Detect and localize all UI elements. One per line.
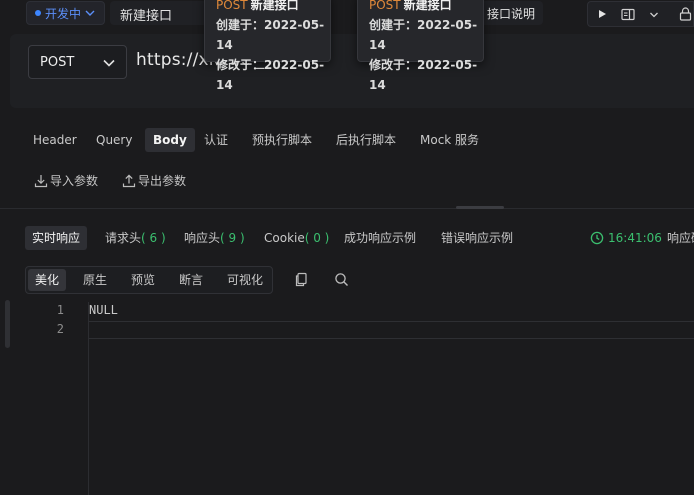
tab-header[interactable]: Header xyxy=(33,128,77,152)
editor-scrollbar[interactable] xyxy=(5,300,10,348)
tab-success-example[interactable]: 成功响应示例 xyxy=(344,226,416,250)
search-icon[interactable] xyxy=(334,272,349,287)
count-badge: ( 6 ) xyxy=(141,231,166,245)
method-select[interactable]: POST xyxy=(28,45,127,79)
tab-tooltip-2: POST 新建接口 创建于：2022-05-14 修改于：2022-05-14 xyxy=(357,0,484,92)
copy-icon[interactable] xyxy=(294,272,308,287)
method-label: POST xyxy=(40,54,75,70)
tab-label: 请求头 xyxy=(105,231,142,245)
view-raw[interactable]: 原生 xyxy=(76,269,114,291)
count-badge: ( 0 ) xyxy=(304,231,330,245)
line-number: 2 xyxy=(56,322,64,336)
api-name-input[interactable]: 新建接口 xyxy=(110,1,208,25)
line-number: 1 xyxy=(56,303,64,317)
response-body-line[interactable]: NULL xyxy=(89,303,118,317)
export-icon xyxy=(122,174,136,188)
tooltip-name: 新建接口 xyxy=(403,0,452,12)
tab-response-headers[interactable]: 响应头( 9 ) xyxy=(184,226,245,250)
panel-divider xyxy=(0,208,694,209)
tooltip-method: POST xyxy=(216,0,248,12)
resize-handle[interactable] xyxy=(456,206,504,209)
lock-icon[interactable] xyxy=(679,7,692,21)
view-assert[interactable]: 断言 xyxy=(172,269,210,291)
response-code-label: 响应码 xyxy=(667,231,694,245)
tab-query[interactable]: Query xyxy=(96,128,132,152)
tab-error-example[interactable]: 错误响应示例 xyxy=(441,226,513,250)
tab-cookie[interactable]: Cookie( 0 ) xyxy=(264,226,329,250)
status-label: 开发中 xyxy=(45,6,82,21)
tab-request-headers[interactable]: 请求头( 6 ) xyxy=(105,226,166,250)
tab-body[interactable]: Body xyxy=(145,128,195,152)
count-badge: ( 9 ) xyxy=(220,231,245,245)
response-time-value: 16:41:06 xyxy=(608,231,662,245)
tab-tooltip-1: POST 新建接口 创建于：2022-05-14 修改于：2022-05-14 xyxy=(204,0,331,92)
tooltip-modified: 修改于：2022-05-14 xyxy=(369,58,478,92)
import-params-label: 导入参数 xyxy=(50,174,99,188)
tab-auth[interactable]: 认证 xyxy=(204,128,228,152)
tooltip-modified: 修改于：2022-05-14 xyxy=(216,58,325,92)
tooltip-name: 新建接口 xyxy=(250,0,299,12)
tab-label: 响应头 xyxy=(184,231,221,245)
toolbar xyxy=(587,1,694,27)
view-visualize[interactable]: 可视化 xyxy=(220,269,270,291)
chevron-down-icon[interactable] xyxy=(649,10,659,20)
tooltip-created: 创建于：2022-05-14 xyxy=(369,18,478,52)
view-pretty[interactable]: 美化 xyxy=(28,269,67,291)
tab-pre-script[interactable]: 预执行脚本 xyxy=(252,128,312,152)
api-doc-button[interactable]: 接口说明 xyxy=(477,1,543,25)
view-preview[interactable]: 预览 xyxy=(124,269,162,291)
current-line-highlight xyxy=(89,321,694,339)
tooltip-method: POST xyxy=(369,0,401,12)
export-params-button[interactable]: 导出参数 xyxy=(122,172,186,190)
import-params-button[interactable]: 导入参数 xyxy=(34,172,98,190)
chevron-down-icon xyxy=(102,57,116,69)
status-dot xyxy=(35,10,41,16)
export-params-label: 导出参数 xyxy=(138,174,187,188)
status-dropdown[interactable]: 开发中 xyxy=(26,1,105,25)
response-time: 16:41:06 xyxy=(590,226,662,250)
import-icon xyxy=(34,175,48,188)
tab-label: Cookie xyxy=(264,231,305,245)
tab-post-script[interactable]: 后执行脚本 xyxy=(336,128,396,152)
layout-icon[interactable] xyxy=(621,8,635,21)
play-icon[interactable] xyxy=(596,8,608,20)
chevron-down-icon xyxy=(85,10,95,16)
tab-mock[interactable]: Mock 服务 xyxy=(420,128,479,152)
clock-icon xyxy=(590,231,604,245)
view-mode-group: 美化 原生 预览 断言 可视化 xyxy=(25,266,273,294)
tab-realtime-response[interactable]: 实时响应 xyxy=(25,226,88,250)
tooltip-created: 创建于：2022-05-14 xyxy=(216,18,325,52)
